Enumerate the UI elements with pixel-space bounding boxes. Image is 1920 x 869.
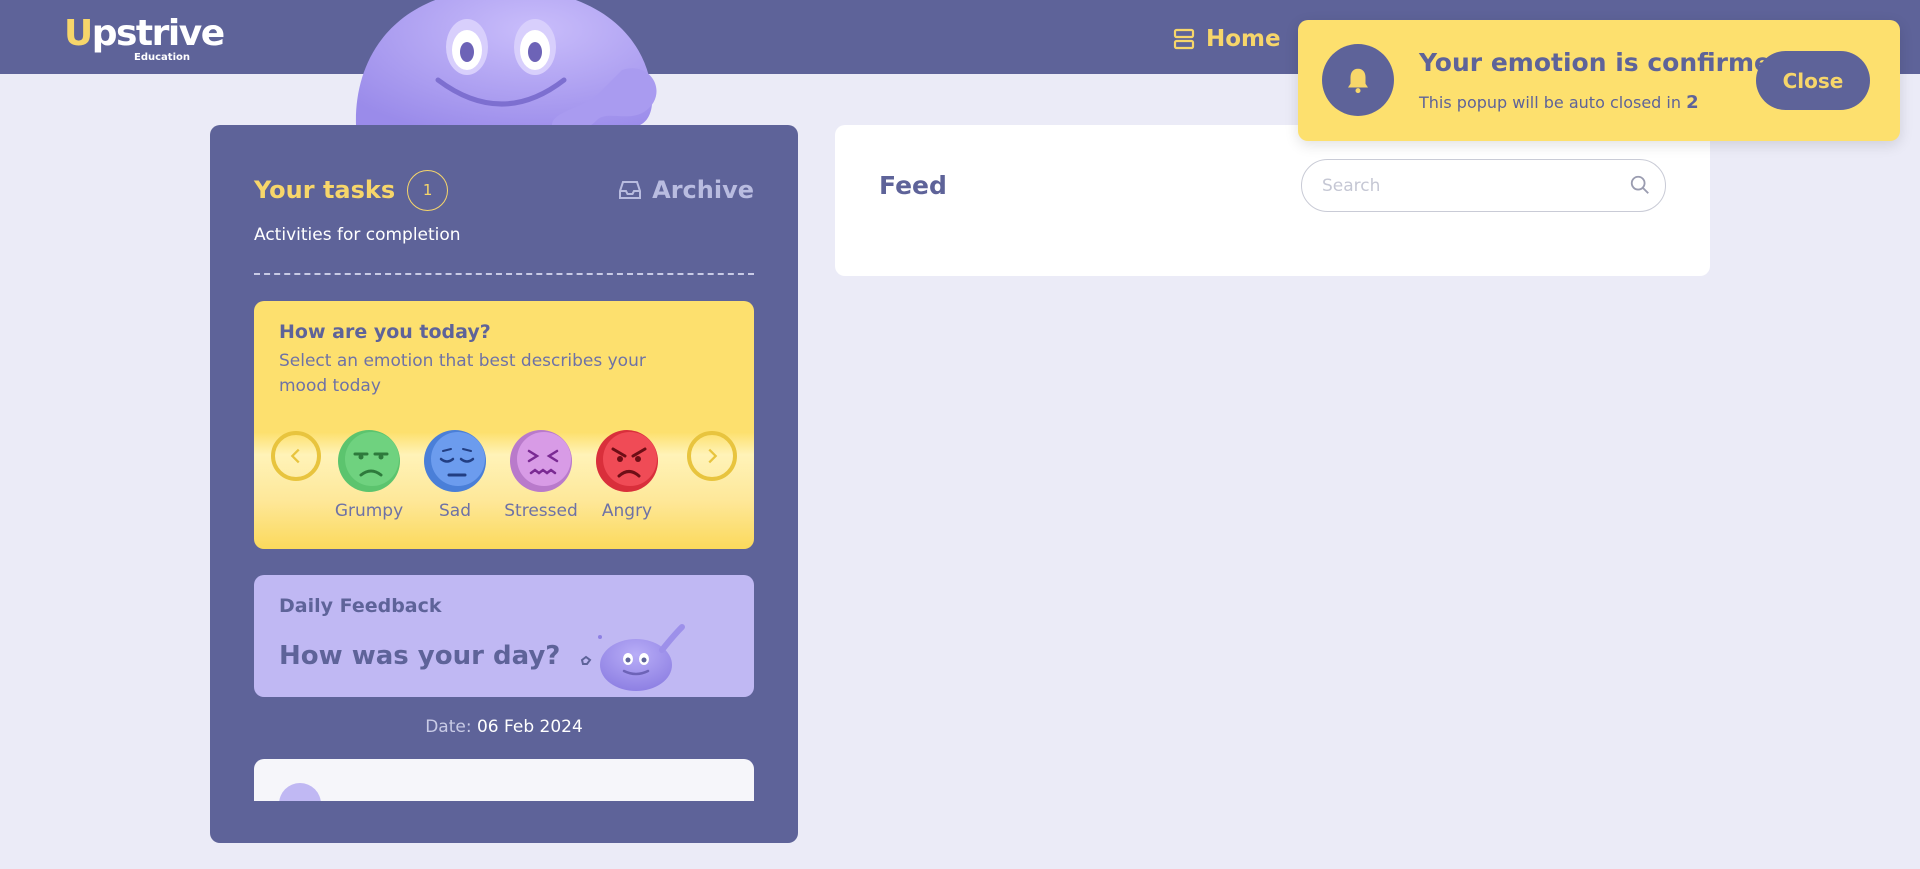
nav-home[interactable]: Home	[1172, 24, 1281, 54]
bell-icon-badge	[1322, 44, 1394, 116]
emotion-label: Angry	[601, 501, 653, 521]
mood-prev-button[interactable]	[271, 431, 321, 481]
chevron-right-icon	[708, 448, 718, 464]
daily-feedback-card[interactable]: Daily Feedback How was your day?	[254, 575, 754, 697]
emotion-angry[interactable]: Angry	[587, 429, 667, 521]
toast-countdown: 2	[1686, 92, 1699, 113]
mood-description: Select an emotion that best describes yo…	[279, 351, 646, 396]
home-icon	[1173, 28, 1195, 50]
archive-button[interactable]: Archive	[618, 176, 754, 204]
mood-title: How are you today?	[279, 321, 491, 343]
logo-tagline: Education	[134, 52, 190, 63]
task-card-partial[interactable]	[254, 759, 754, 801]
angry-face-icon	[596, 430, 658, 492]
mascot-wave-icon	[580, 624, 685, 691]
emotion-confirmed-toast: Your emotion is confirmed This popup wil…	[1298, 20, 1900, 141]
search-box	[1301, 159, 1666, 212]
emotion-label: Grumpy	[334, 501, 404, 521]
search-input[interactable]	[1322, 172, 1622, 200]
archive-label: Archive	[652, 176, 754, 204]
toast-message-text: This popup will be auto closed in	[1419, 93, 1681, 112]
mood-next-button[interactable]	[687, 431, 737, 481]
dashed-divider	[254, 273, 754, 275]
inbox-icon	[619, 181, 642, 199]
feedback-question: How was your day?	[279, 641, 561, 671]
emotion-label: Sad	[439, 501, 471, 521]
chevron-left-icon	[290, 448, 300, 464]
sad-face-icon	[424, 430, 486, 492]
bell-icon	[1348, 68, 1368, 94]
stressed-face-icon	[510, 430, 572, 492]
grumpy-face-icon	[338, 430, 400, 492]
emotion-stressed[interactable]: Stressed	[501, 429, 581, 521]
toast-message: This popup will be auto closed in 2	[1419, 92, 1699, 113]
tasks-title: Your tasks	[254, 176, 396, 204]
date-line: Date: 06 Feb 2024	[210, 717, 798, 737]
toast-title: Your emotion is confirmed	[1419, 48, 1789, 77]
date-value: 06 Feb 2024	[476, 717, 583, 737]
avatar	[279, 783, 321, 801]
search-icon[interactable]	[1629, 174, 1651, 196]
upstrive-logo[interactable]: Upstrive Education	[64, 12, 225, 66]
date-label: Date:	[425, 717, 472, 737]
tasks-panel: Your tasks 1 Archive Activities for comp…	[210, 125, 798, 843]
emotion-grumpy[interactable]: Grumpy	[329, 429, 409, 521]
emotion-sad[interactable]: Sad	[415, 429, 495, 521]
tasks-header: Your tasks 1 Archive	[254, 169, 754, 211]
tasks-subtitle: Activities for completion	[254, 225, 461, 245]
feed-panel: Feed	[835, 125, 1710, 276]
close-button[interactable]: Close	[1756, 51, 1870, 110]
tasks-count-badge: 1	[407, 169, 449, 211]
mood-card: How are you today? Select an emotion tha…	[254, 301, 754, 549]
nav-home-label: Home	[1206, 26, 1281, 52]
feedback-title: Daily Feedback	[279, 595, 442, 617]
logo-wordmark: Upstrive	[64, 13, 225, 54]
feed-title: Feed	[879, 171, 947, 200]
emotion-label: Stressed	[504, 501, 578, 521]
mascot-illustration	[355, 0, 657, 134]
